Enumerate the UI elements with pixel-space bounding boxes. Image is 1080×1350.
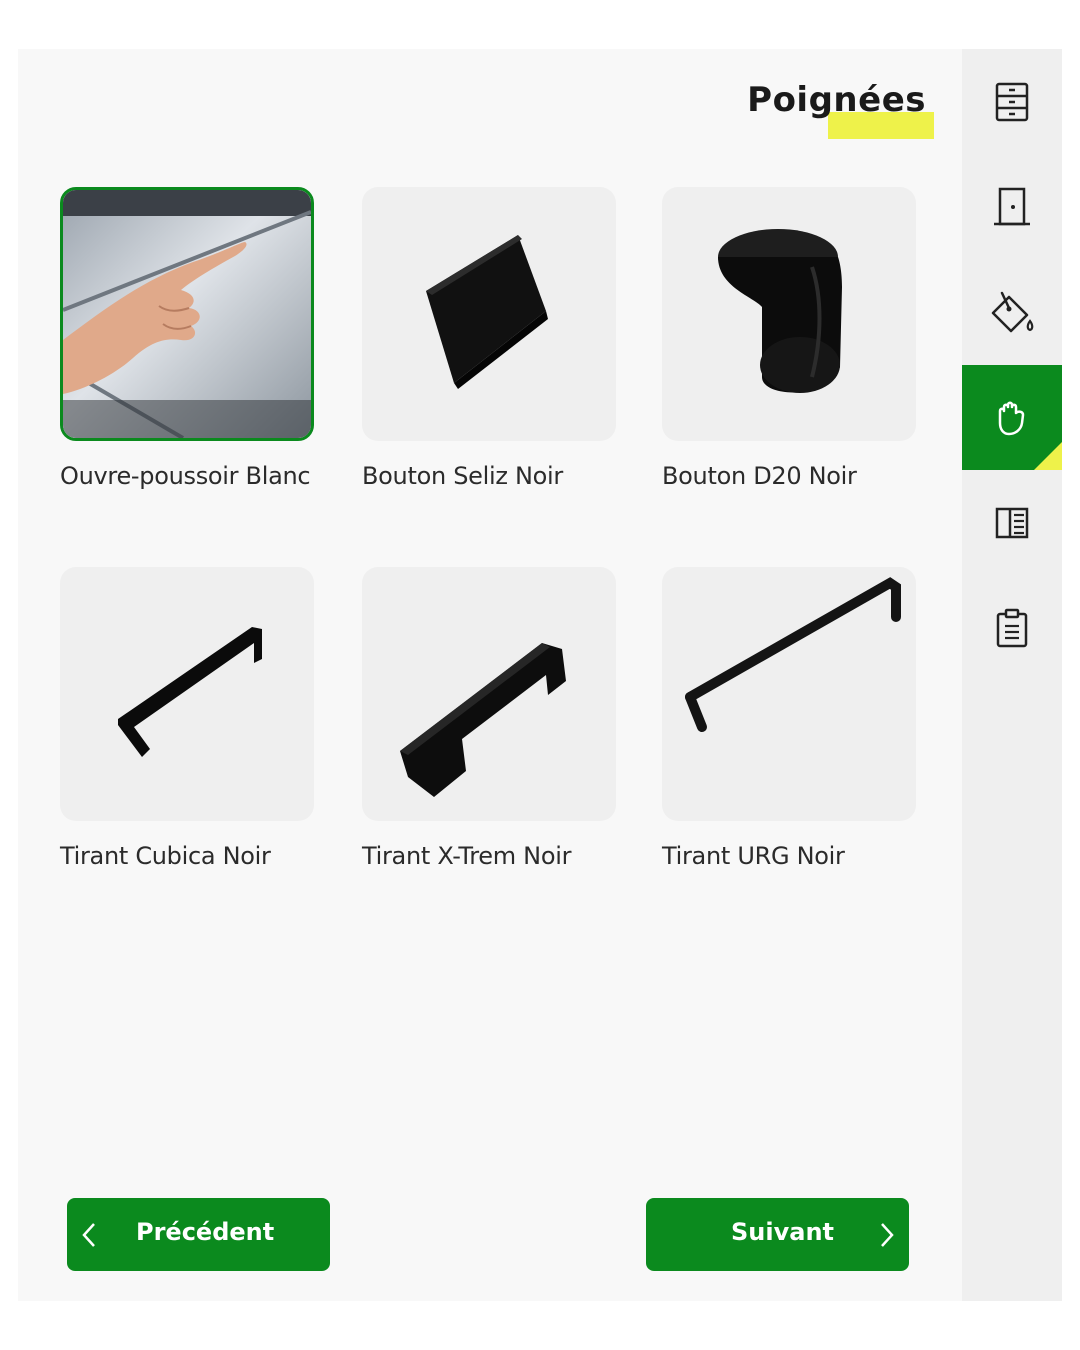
hand-icon [998,401,1025,435]
sidebar-item-drawers[interactable] [962,49,1062,154]
sidebar-item-door[interactable] [962,154,1062,259]
next-button[interactable]: Suivant [646,1198,909,1271]
chevron-left-icon [82,1223,95,1247]
product-image [662,567,916,821]
square-knob-image [426,235,548,389]
product-name: Tirant URG Noir [662,842,845,870]
product-name: Tirant X-Trem Noir [362,842,572,870]
product-name: Bouton D20 Noir [662,462,857,490]
product-card-tirant-xtrem[interactable]: Tirant X-Trem Noir [362,567,616,876]
panel-icon [995,507,1029,538]
round-knob-image [718,229,842,393]
product-image [662,187,916,441]
paint-bucket-icon [991,291,1034,332]
product-name: Bouton Seliz Noir [362,462,563,490]
page-title: Poignées [747,80,926,120]
active-corner-marker [1034,442,1062,470]
product-image [362,187,616,441]
product-card-ouvre-poussoir[interactable]: Ouvre-poussoir Blanc [60,187,314,496]
finger-pressing-panel-image [63,190,311,438]
product-card-tirant-urg[interactable]: Tirant URG Noir [662,567,916,876]
configurator-panel: Poignées Ouvre-poussoir Blanc Bouton Sel… [18,49,1062,1301]
product-card-tirant-cubica[interactable]: Tirant Cubica Noir [60,567,314,876]
step-sidebar [962,49,1062,1301]
previous-button[interactable]: Précédent [67,1198,330,1271]
product-name: Ouvre-poussoir Blanc [60,462,311,490]
sidebar-item-paint[interactable] [962,259,1062,364]
product-image [60,567,314,821]
product-card-bouton-d20[interactable]: Bouton D20 Noir [662,187,916,496]
product-name: Tirant Cubica Noir [60,842,271,870]
product-image [60,187,314,441]
next-label: Suivant [731,1218,834,1246]
sidebar-item-handles[interactable] [962,365,1062,470]
previous-label: Précédent [136,1218,275,1246]
sidebar-item-summary[interactable] [962,575,1062,680]
square-bar-handle-image [118,627,262,757]
clipboard-icon [996,608,1028,647]
long-thin-bar-handle-image [685,577,901,732]
drawers-icon [995,82,1029,121]
product-card-bouton-seliz[interactable]: Bouton Seliz Noir [362,187,616,496]
chevron-right-icon [881,1223,894,1247]
door-icon [994,187,1030,225]
sidebar-item-panel[interactable] [962,470,1062,575]
product-image [362,567,616,821]
thick-bar-handle-image [400,643,566,797]
